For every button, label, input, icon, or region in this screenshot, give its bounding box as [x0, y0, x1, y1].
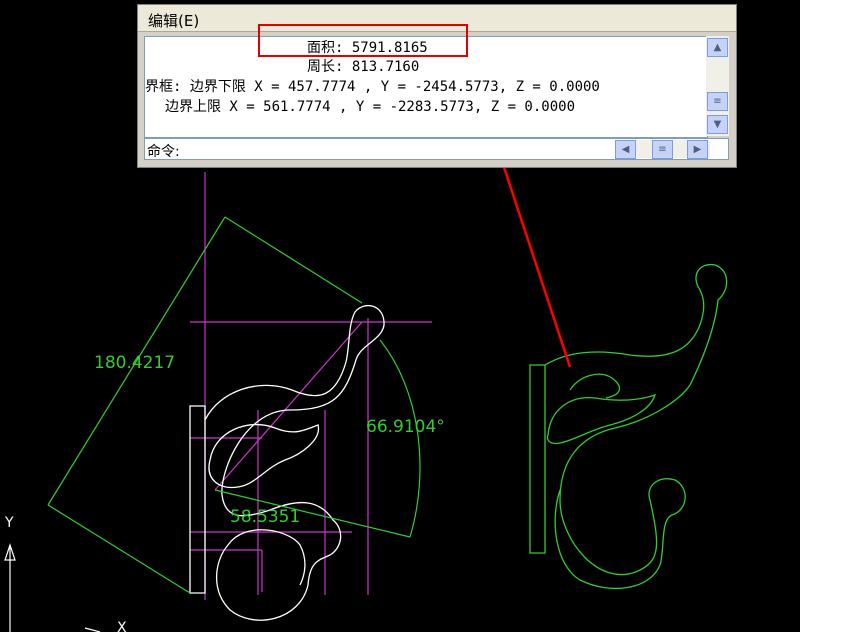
dim-length-2-text: 58.5351 — [230, 507, 300, 527]
ucs-x-label: X — [117, 620, 127, 632]
hscroll-thumb[interactable]: ≡ — [652, 140, 673, 159]
history-scrollbar[interactable]: ▲ ≡ ▼ — [706, 36, 729, 136]
history-line-perimeter: 周长: 813.7160 — [307, 59, 420, 75]
dim-length-text: 180.4217 — [94, 353, 175, 373]
hook-body — [204, 304, 385, 621]
ucs-y-label: Y — [4, 515, 14, 531]
menu-edit[interactable]: 编辑(E) — [148, 10, 199, 31]
hook-green — [529, 263, 728, 590]
hook-base — [189, 405, 206, 594]
hook-green-base — [529, 364, 546, 554]
construction-lines — [190, 172, 432, 600]
history-line-bbox-lower: 界框: 边界下限 X = 457.7774 , Y = -2454.5773, … — [145, 79, 600, 95]
hook-green-lip — [569, 373, 621, 399]
dim-angle-text: 66.9104° — [366, 417, 445, 437]
dimension-line — [224, 216, 363, 304]
ucs-x-arrow-icon — [84, 627, 101, 632]
scroll-thumb[interactable]: ≡ — [707, 92, 728, 111]
hook-outline — [189, 304, 385, 621]
hook-green-body — [544, 263, 728, 590]
construction-line — [214, 321, 363, 491]
scroll-up-icon[interactable]: ▲ — [707, 38, 728, 57]
dimension-line — [47, 504, 191, 594]
ucs-icon — [4, 543, 101, 632]
dimension-lines — [47, 216, 421, 594]
scroll-down-icon[interactable]: ▼ — [707, 115, 728, 134]
command-line[interactable]: 命令: ◀ ≡ ▶ — [144, 138, 729, 160]
angle-arc — [379, 339, 421, 538]
scroll-right-icon[interactable]: ▶ — [687, 140, 708, 159]
hook-green-slot — [546, 393, 657, 445]
command-hscrollbar[interactable]: ◀ ≡ ▶ — [615, 140, 710, 159]
scroll-left-icon[interactable]: ◀ — [615, 140, 636, 159]
history-line-bbox-upper: 边界上限 X = 561.7774 , Y = -2283.5773, Z = … — [165, 99, 576, 115]
area-highlight-box — [258, 24, 468, 57]
command-prompt: 命令: — [147, 144, 180, 160]
